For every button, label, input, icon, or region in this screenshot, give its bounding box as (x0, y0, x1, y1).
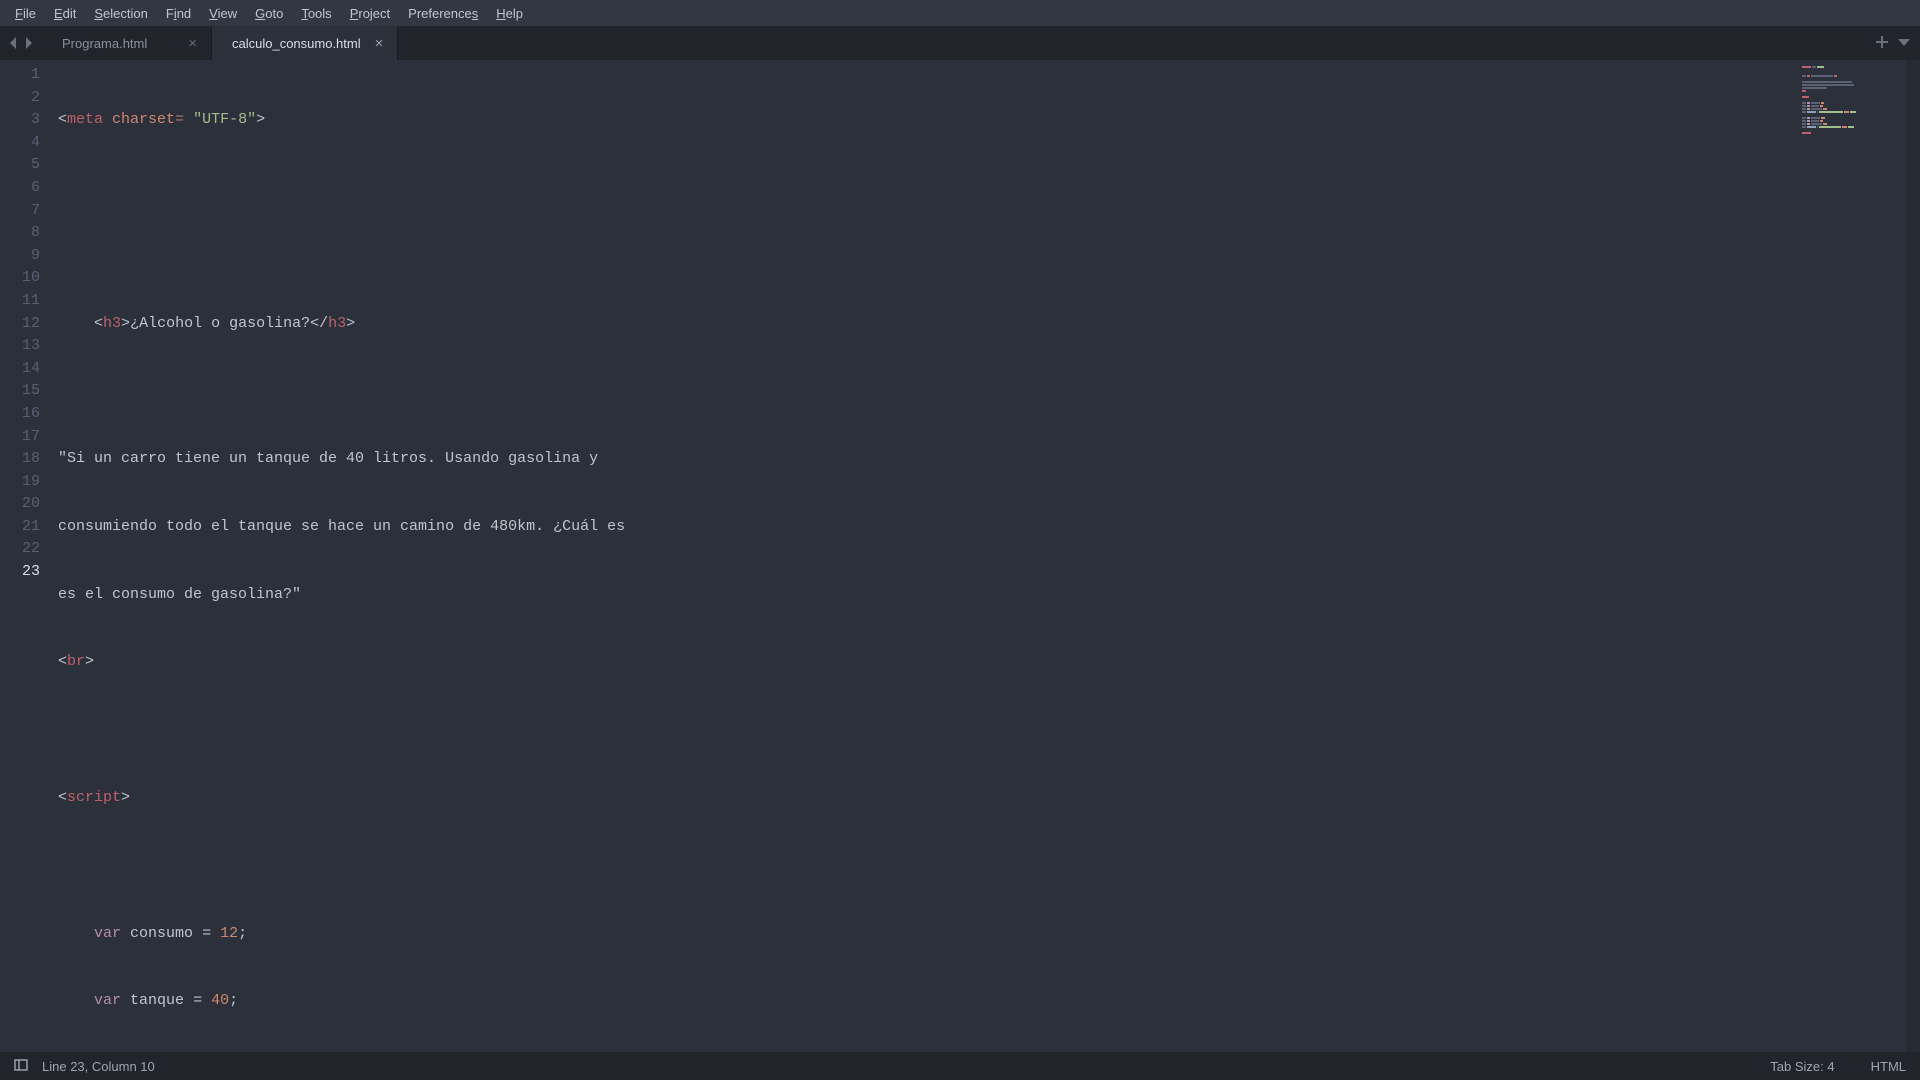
menu-preferences[interactable]: Preferences (399, 2, 487, 25)
menu-edit[interactable]: Edit (45, 2, 85, 25)
menu-goto[interactable]: Goto (246, 2, 292, 25)
cursor-position[interactable]: Line 23, Column 10 (42, 1059, 155, 1074)
tab-nav-arrows[interactable] (0, 26, 42, 60)
tab-label: calculo_consumo.html (232, 36, 361, 51)
close-icon[interactable]: × (375, 36, 384, 51)
menu-bar: File Edit Selection Find View Goto Tools… (0, 0, 1920, 26)
tab-bar: Programa.html × calculo_consumo.html × (0, 26, 1920, 60)
nav-back-icon (8, 37, 18, 49)
menu-project[interactable]: Project (341, 2, 399, 25)
tab-size[interactable]: Tab Size: 4 (1770, 1059, 1834, 1074)
close-icon[interactable]: × (188, 36, 197, 51)
editor[interactable]: 1234567891011121314151617181920212223 <m… (0, 60, 1920, 1052)
menu-tools[interactable]: Tools (292, 2, 340, 25)
syntax-mode[interactable]: HTML (1871, 1059, 1906, 1074)
panel-toggle-icon[interactable] (14, 1058, 28, 1075)
tab-dropdown-button[interactable] (1898, 36, 1910, 51)
tab-calculo-consumo[interactable]: calculo_consumo.html × (212, 26, 398, 60)
menu-view[interactable]: View (200, 2, 246, 25)
minimap[interactable] (1802, 66, 1902, 1052)
tab-label: Programa.html (62, 36, 174, 51)
tab-programa[interactable]: Programa.html × (42, 26, 212, 60)
vertical-scrollbar[interactable] (1906, 60, 1920, 1052)
menu-file[interactable]: File (6, 2, 45, 25)
gutter: 1234567891011121314151617181920212223 (0, 60, 50, 1052)
code-area[interactable]: <meta charset= "UTF-8"> <h3>¿Alcohol o g… (50, 60, 1920, 1052)
nav-forward-icon (24, 37, 34, 49)
menu-find[interactable]: Find (157, 2, 200, 25)
new-tab-button[interactable] (1876, 36, 1888, 51)
status-bar: Line 23, Column 10 Tab Size: 4 HTML (0, 1052, 1920, 1080)
menu-selection[interactable]: Selection (85, 2, 156, 25)
menu-help[interactable]: Help (487, 2, 532, 25)
